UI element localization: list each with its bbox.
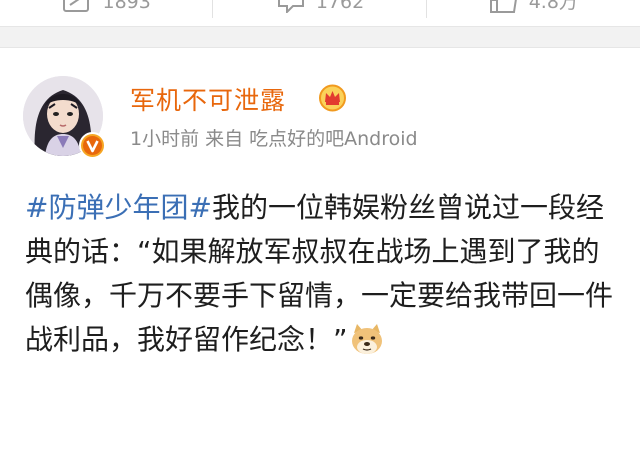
post-meta: 1小时前 来自 吃点好的吧Android — [130, 124, 424, 151]
comment-count: 1762 — [315, 0, 365, 13]
repost-count: 1893 — [102, 0, 151, 13]
doge-emoji-icon — [350, 323, 384, 355]
source-prefix: 来自 — [205, 128, 244, 150]
vip-crown-icon[interactable] — [318, 83, 347, 112]
topic-link[interactable]: #防弹少年团# — [25, 191, 212, 224]
like-button[interactable]: 4.8万 — [427, 0, 640, 26]
thumbs-up-icon — [489, 0, 519, 13]
username[interactable]: 军机不可泄露 — [130, 81, 286, 117]
post-card[interactable]: 军机不可泄露 1小时前 来自 吃点好的吧Android #防弹少年团#我的一位韩娱粉… — [0, 48, 640, 451]
post-time: 1小时前 — [130, 128, 200, 150]
repost-button[interactable]: 1893 — [0, 0, 214, 26]
repost-icon — [62, 0, 92, 13]
comment-icon — [276, 0, 306, 13]
post-text: #防弹少年团#我的一位韩娱粉丝曾说过一段经典的话：“如果解放军叔叔在战场上遇到了… — [25, 186, 615, 362]
post-action-bar: 1893 1762 4.8万 — [0, 0, 640, 26]
verified-badge-icon — [79, 132, 106, 159]
feed-separator — [0, 26, 640, 48]
post-source[interactable]: 吃点好的吧Android — [249, 128, 417, 150]
comment-button[interactable]: 1762 — [213, 0, 427, 26]
like-count: 4.8万 — [528, 0, 578, 13]
